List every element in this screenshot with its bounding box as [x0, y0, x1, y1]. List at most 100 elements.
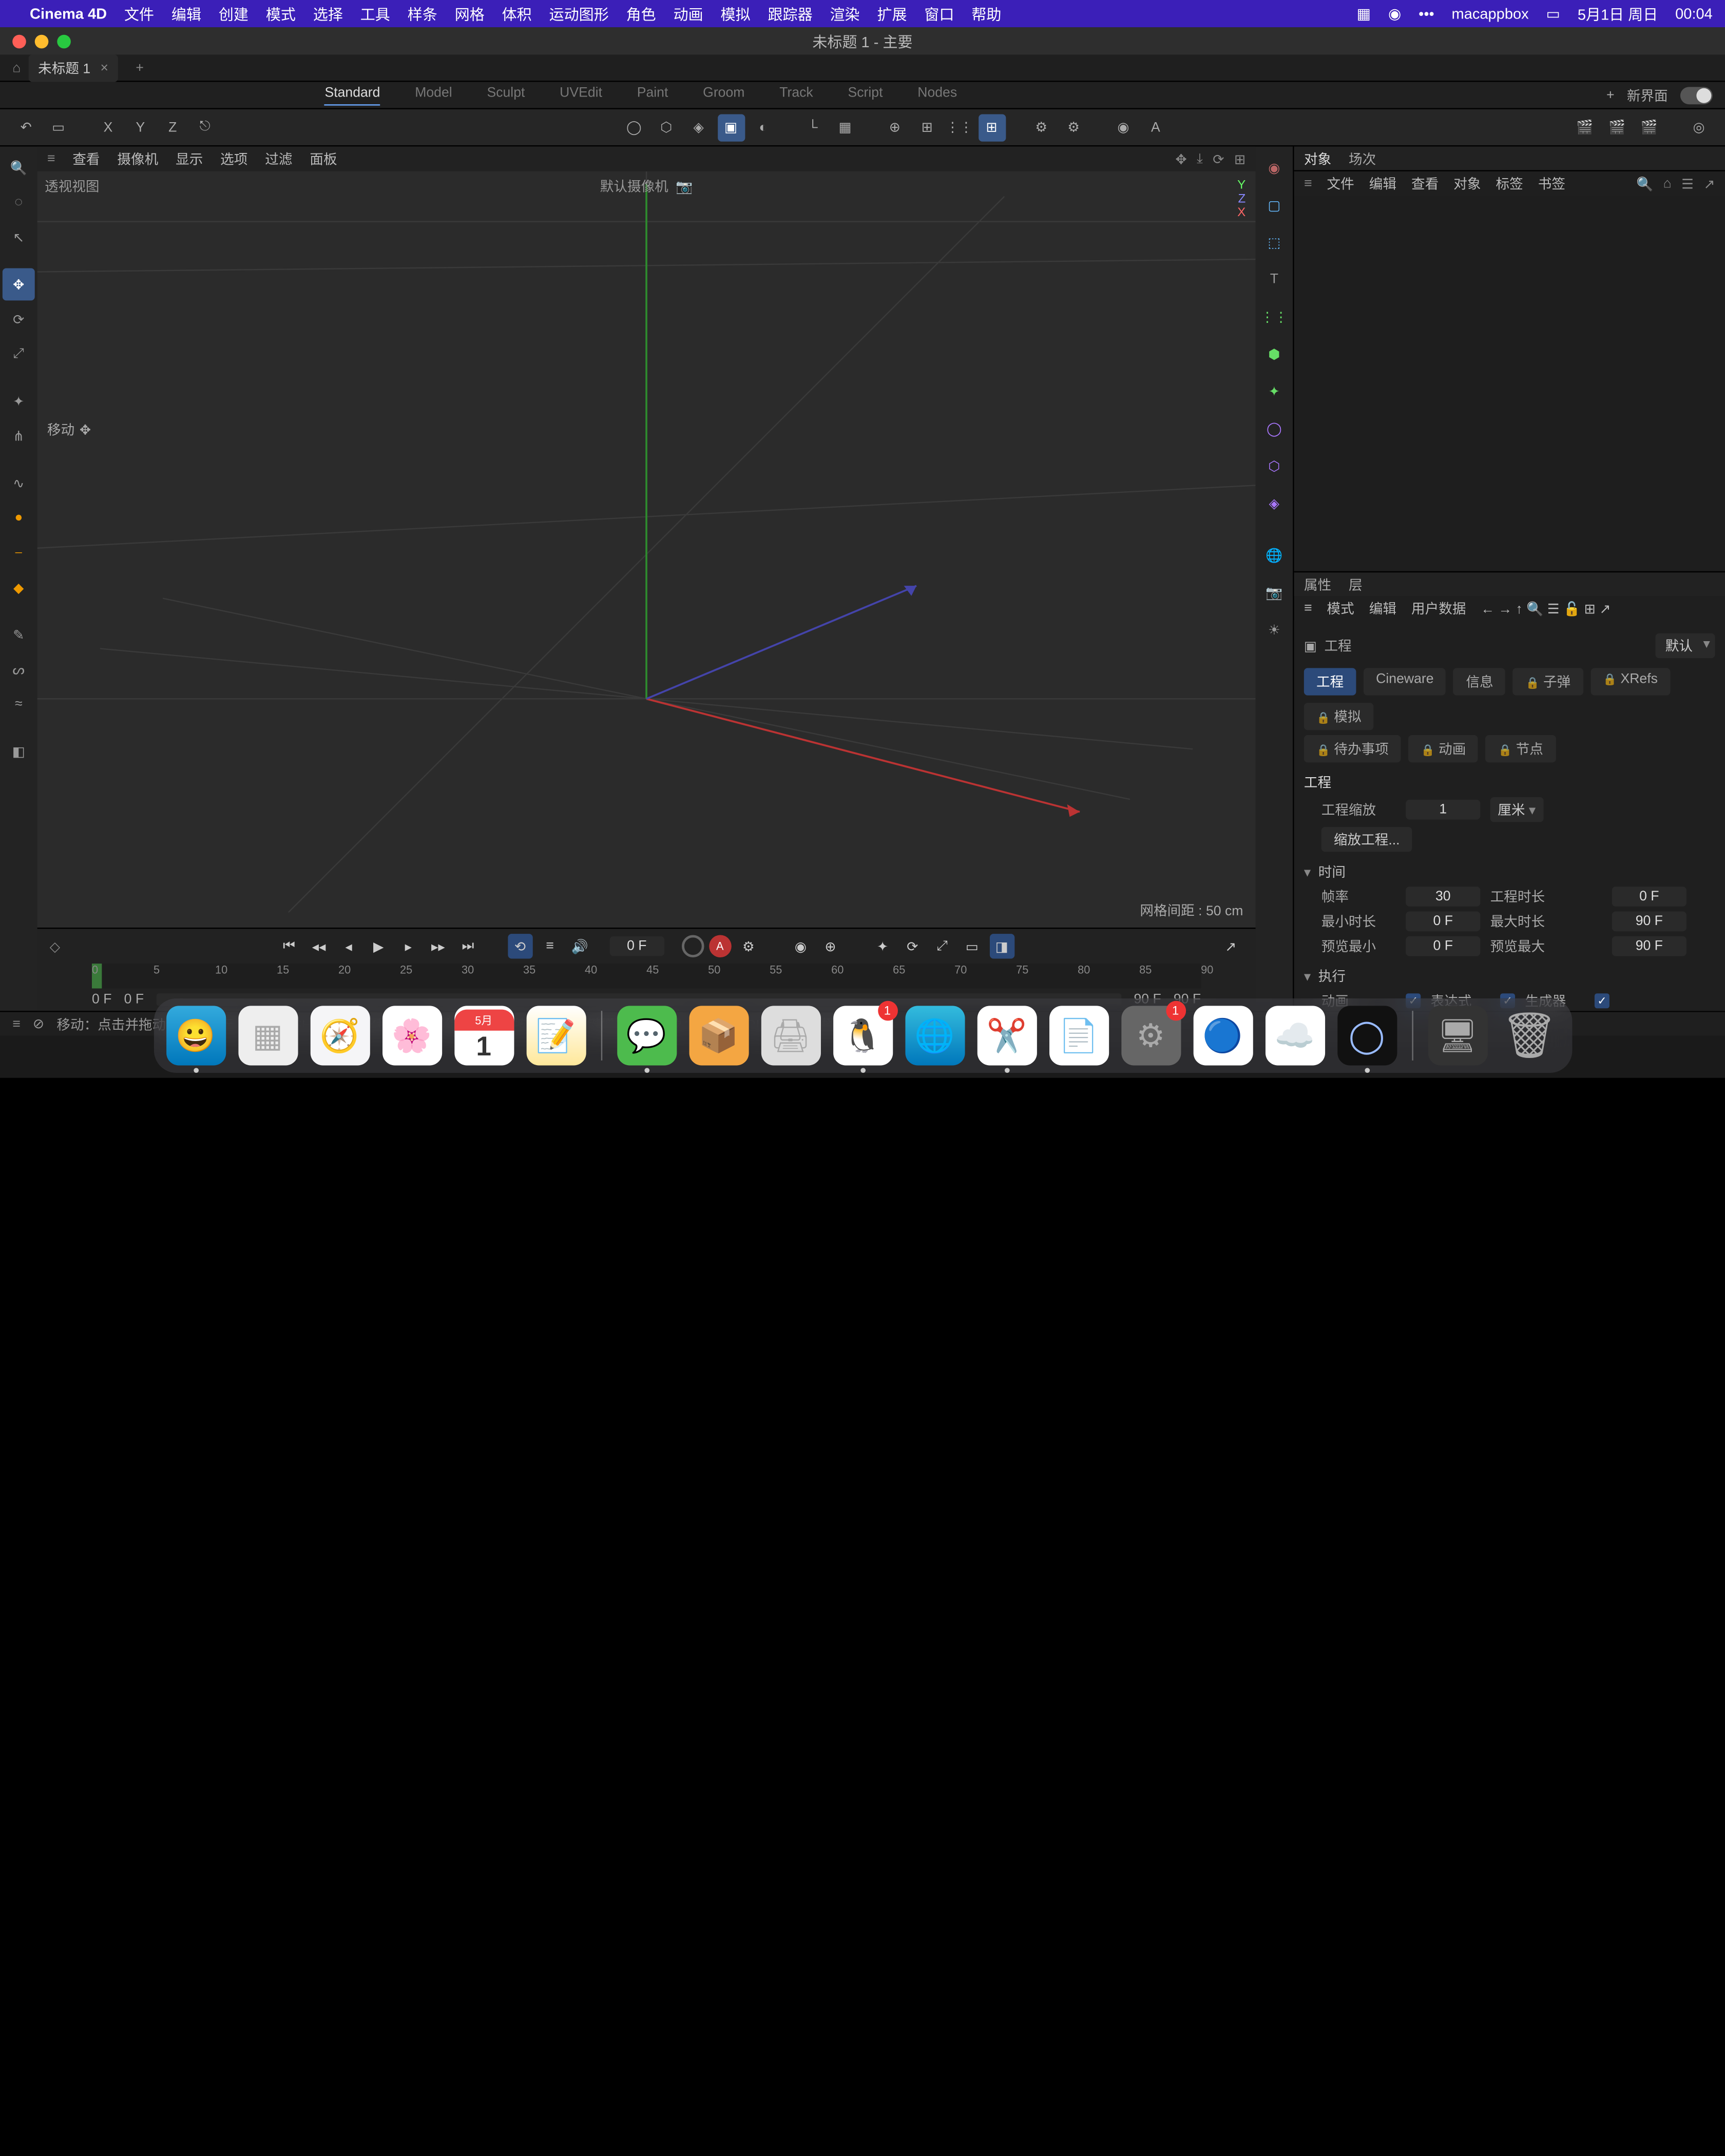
object-manager-tree[interactable]: [1294, 196, 1725, 571]
dock-textedit[interactable]: 📄: [1049, 1006, 1108, 1065]
om-menu-bookmarks[interactable]: 书签: [1538, 174, 1565, 194]
menuextra-icon[interactable]: ▦: [1357, 5, 1371, 23]
menu-select[interactable]: 选择: [313, 3, 343, 24]
key-channel-icon[interactable]: ⟳: [900, 934, 925, 958]
scale-input[interactable]: 1: [1406, 800, 1480, 820]
asset-browser-icon[interactable]: ◉: [1258, 151, 1290, 184]
expand-icon[interactable]: ↗: [1703, 176, 1715, 191]
tool-icon[interactable]: ⬡: [653, 113, 680, 141]
tool-icon[interactable]: ◯: [620, 113, 647, 141]
timeline-expand-icon[interactable]: ↗: [1218, 934, 1243, 958]
key-channel-icon[interactable]: ◨: [989, 934, 1014, 958]
menuextra-icon[interactable]: ◉: [1388, 5, 1401, 23]
polygon-tool-icon[interactable]: ◆: [3, 571, 35, 604]
attr-tab-info[interactable]: 信息: [1453, 668, 1506, 695]
tool-icon[interactable]: ◧: [3, 735, 35, 767]
om-menu-view[interactable]: 查看: [1411, 174, 1439, 194]
redo-button[interactable]: ▭: [45, 113, 72, 141]
mograph-icon[interactable]: ⋮⋮: [1258, 300, 1290, 333]
menu-volume[interactable]: 体积: [502, 3, 532, 24]
timeline-ruler[interactable]: 051015202530354045505560657075808590: [92, 964, 1201, 988]
menu-file[interactable]: 文件: [124, 3, 154, 24]
dock-finder[interactable]: 😀: [166, 1006, 225, 1065]
viewport-menu-display[interactable]: 显示: [176, 149, 203, 169]
axis-x-button[interactable]: X: [94, 113, 122, 141]
goto-start-button[interactable]: ⏮: [277, 934, 301, 958]
gen-checkbox[interactable]: [1595, 993, 1609, 1008]
dock-edge[interactable]: 🌐: [905, 1006, 964, 1065]
dock-launchpad[interactable]: ▦: [238, 1006, 297, 1065]
dock-safari[interactable]: 🧭: [310, 1006, 370, 1065]
burger-icon[interactable]: ≡: [12, 1016, 21, 1031]
spline-tool-icon[interactable]: ∿: [3, 467, 35, 499]
tool-icon[interactable]: ◈: [685, 113, 712, 141]
menu-spline[interactable]: 样条: [408, 3, 437, 24]
viewport-menu-view[interactable]: 查看: [72, 149, 100, 169]
om-tab-takes[interactable]: 场次: [1349, 148, 1376, 168]
scale-tool-icon[interactable]: ⤢: [3, 338, 35, 370]
dock-cinema4d[interactable]: ◯: [1337, 1006, 1396, 1065]
snap-icon[interactable]: ⊞: [913, 113, 941, 141]
attr-tab-xrefs[interactable]: XRefs: [1590, 668, 1670, 695]
om-menu-file[interactable]: 文件: [1327, 174, 1354, 194]
axis-z-button[interactable]: Z: [159, 113, 186, 141]
brush-tool-icon[interactable]: ✎: [3, 619, 35, 651]
home-icon[interactable]: ⌂: [12, 60, 21, 75]
scale-unit-select[interactable]: 厘米: [1490, 797, 1543, 822]
om-menu-object[interactable]: 对象: [1453, 174, 1481, 194]
menu-extensions[interactable]: 扩展: [877, 3, 907, 24]
key-filter-icon[interactable]: ◉: [788, 934, 813, 958]
render-icon[interactable]: 🎬: [1571, 113, 1598, 141]
preset-select[interactable]: 默认: [1656, 633, 1715, 658]
deformer-icon[interactable]: ◯: [1258, 412, 1290, 445]
attr-menu-userdata[interactable]: 用户数据: [1411, 599, 1466, 619]
attr-tab-project[interactable]: 工程: [1304, 668, 1356, 695]
tool-icon[interactable]: ⋔: [3, 420, 35, 452]
burger-icon[interactable]: ≡: [1304, 176, 1312, 191]
document-tab[interactable]: 未标题 1 ×: [28, 54, 119, 81]
battery-icon[interactable]: ▭: [1546, 5, 1560, 23]
range-start-2[interactable]: 0 F: [124, 992, 144, 1007]
menu-tracker[interactable]: 跟踪器: [768, 3, 813, 24]
search-icon[interactable]: 🔍: [1526, 602, 1543, 617]
dock-recent[interactable]: 🖥: [1428, 1006, 1487, 1065]
tool-icon[interactable]: ◐: [750, 113, 777, 141]
filter-icon[interactable]: ☰: [1681, 176, 1694, 191]
layout-groom[interactable]: Groom: [703, 85, 744, 105]
attr-menu-edit[interactable]: 编辑: [1369, 599, 1396, 619]
dock-baidu[interactable]: 🔵: [1193, 1006, 1252, 1065]
menu-render[interactable]: 渲染: [830, 3, 860, 24]
viewport-menu-camera[interactable]: 摄像机: [117, 149, 158, 169]
layout-new-label[interactable]: 新界面: [1627, 85, 1668, 105]
dock-calendar[interactable]: 5月1: [454, 1006, 513, 1065]
scale-project-button[interactable]: 缩放工程...: [1321, 827, 1412, 852]
new-tab-button[interactable]: +: [126, 60, 154, 75]
layout-toggle[interactable]: [1680, 86, 1713, 104]
axis-gizmo[interactable]: YZX: [1237, 179, 1245, 220]
gear-icon[interactable]: ⚙: [1060, 113, 1087, 141]
cursor-tool-icon[interactable]: ↖: [3, 221, 35, 254]
tool-icon[interactable]: └: [799, 113, 827, 141]
section-exec[interactable]: 执行: [1304, 966, 1715, 986]
dock-photos[interactable]: 🌸: [382, 1006, 442, 1065]
menu-mograph[interactable]: 运动图形: [549, 3, 609, 24]
menu-simulate[interactable]: 模拟: [721, 3, 751, 24]
render-settings-icon[interactable]: 🎬: [1603, 113, 1631, 141]
menu-tools[interactable]: 工具: [360, 3, 390, 24]
menu-character[interactable]: 角色: [626, 3, 656, 24]
key-settings-icon[interactable]: ⚙: [736, 934, 761, 958]
layout-nodes[interactable]: Nodes: [917, 85, 957, 105]
maxtime-input[interactable]: 90 F: [1612, 912, 1686, 932]
filter-icon[interactable]: ☰: [1547, 602, 1560, 617]
projlen-input[interactable]: 0 F: [1612, 887, 1686, 907]
primitive-cube-icon[interactable]: ⬚: [1258, 226, 1290, 258]
attr-tab-cineware[interactable]: Cineware: [1364, 668, 1446, 695]
light-icon[interactable]: ☀: [1258, 613, 1290, 646]
dock-settings[interactable]: ⚙1: [1121, 1006, 1180, 1065]
layout-uvedit[interactable]: UVEdit: [560, 85, 602, 105]
range-start[interactable]: 0 F: [92, 992, 111, 1007]
section-time[interactable]: 时间: [1304, 862, 1715, 882]
autokey-button[interactable]: A: [708, 935, 731, 958]
render-region-icon[interactable]: 🎬: [1636, 113, 1663, 141]
menu-mode[interactable]: 模式: [266, 3, 296, 24]
